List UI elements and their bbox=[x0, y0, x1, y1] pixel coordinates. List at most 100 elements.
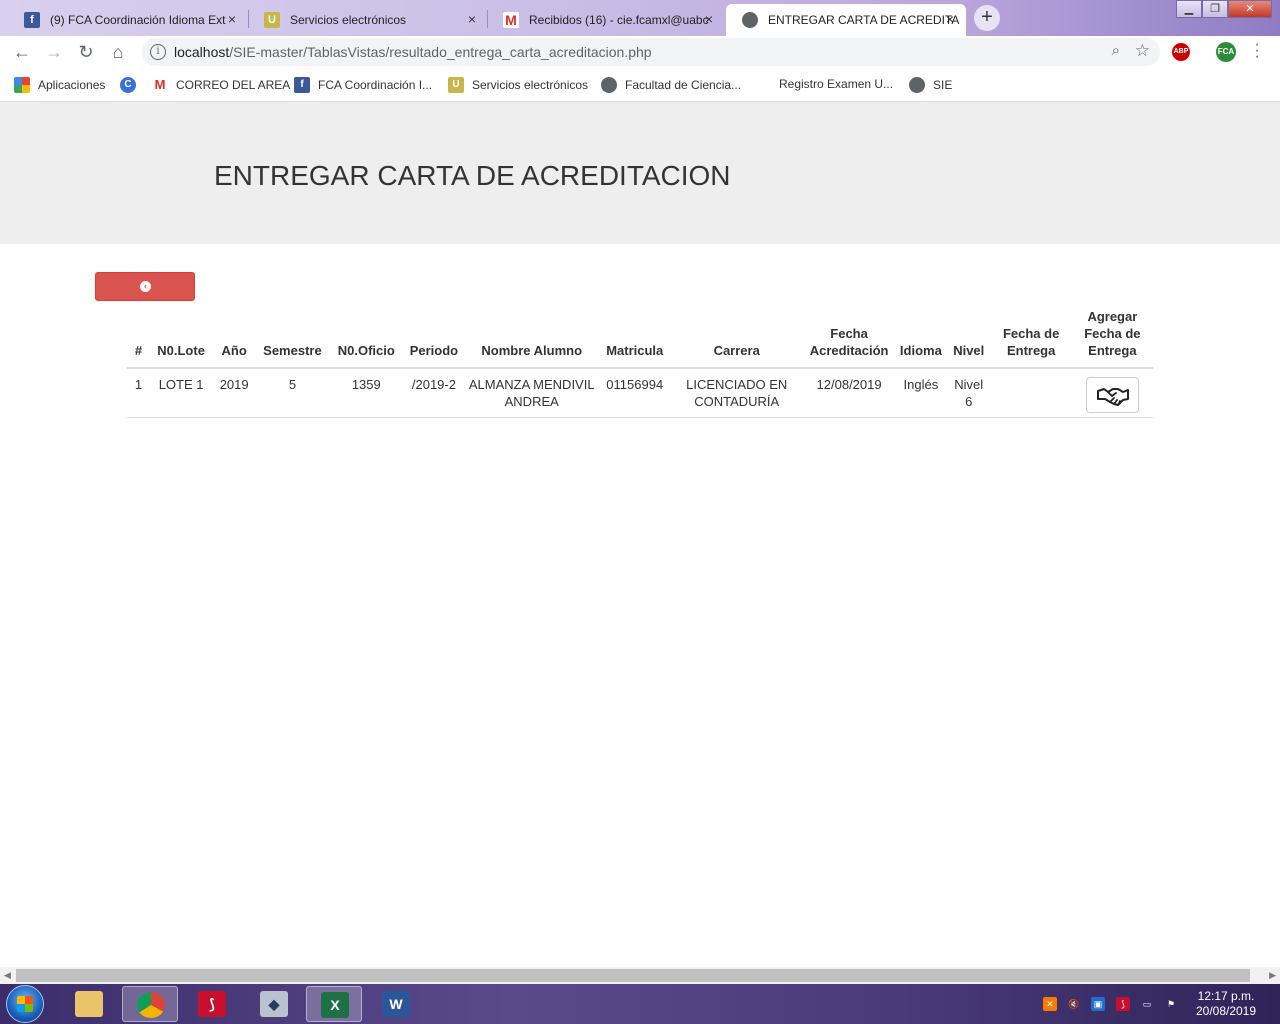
taskbar-chrome[interactable] bbox=[122, 986, 178, 1022]
system-clock[interactable]: 12:17 p.m. 20/08/2019 bbox=[1190, 989, 1262, 1019]
start-button[interactable] bbox=[6, 985, 44, 1023]
close-icon[interactable]: × bbox=[464, 11, 480, 27]
search-icon[interactable]: ⌕ bbox=[1112, 42, 1120, 59]
uabc-shield-icon: U bbox=[448, 77, 464, 93]
cell-fecha-entrega bbox=[990, 368, 1072, 418]
facebook-icon: f bbox=[294, 77, 310, 93]
col-header: N0.Oficio bbox=[328, 306, 404, 369]
taskbar-file-explorer[interactable] bbox=[61, 986, 117, 1022]
taskbar: ⟆ ◆ X W ✕ 🔇 ▣ ⟆ ▭ ⚑ 12:17 p.m. 20/08/201… bbox=[0, 984, 1280, 1024]
menu-dots-icon[interactable]: · · · bbox=[1252, 37, 1262, 65]
bookmark-correo[interactable]: M CORREO DEL AREA bbox=[152, 77, 290, 93]
bookmark-label: Servicios electrónicos bbox=[472, 78, 589, 92]
page-header: ENTREGAR CARTA DE ACREDITACION bbox=[0, 102, 1280, 244]
cell-nivel: Nivel 6 bbox=[946, 368, 991, 418]
col-header: Nombre Alumno bbox=[464, 306, 600, 369]
back-button[interactable]: ‹ bbox=[95, 272, 195, 301]
handshake-icon bbox=[1096, 388, 1129, 406]
cell-semestre: 5 bbox=[256, 368, 329, 418]
window-close-button[interactable]: ✕ bbox=[1228, 0, 1272, 18]
col-header: Periodo bbox=[403, 306, 465, 369]
apps-grid-icon bbox=[14, 77, 30, 93]
xampp-icon[interactable]: ✕ bbox=[1043, 997, 1057, 1011]
tab-facebook[interactable]: f (9) FCA Coordinación Idioma Ext × bbox=[8, 4, 248, 36]
taskbar-certificate-tool[interactable]: ◆ bbox=[246, 986, 302, 1022]
scroll-right-icon[interactable]: ▶ bbox=[1269, 970, 1276, 981]
info-icon[interactable]: i bbox=[150, 44, 166, 60]
browser-titlebar: f (9) FCA Coordinación Idioma Ext × U Se… bbox=[0, 0, 1280, 36]
bookmark-label: CORREO DEL AREA bbox=[176, 78, 291, 92]
col-header: Agregar Fecha de Entrega bbox=[1071, 306, 1153, 369]
close-icon[interactable]: × bbox=[701, 11, 717, 27]
windows-logo-icon bbox=[17, 996, 33, 1012]
tab-servicios[interactable]: U Servicios electrónicos × bbox=[248, 4, 488, 36]
bookmark-registro[interactable]: Registro Examen U... bbox=[779, 77, 893, 91]
bookmarks-bar: Aplicaciones C M CORREO DEL AREA f FCA C… bbox=[0, 68, 1280, 102]
home-icon[interactable]: ⌂ bbox=[106, 40, 130, 64]
bookmark-star-icon[interactable]: ☆ bbox=[1135, 41, 1150, 61]
acrobat-tray-icon[interactable]: ⟆ bbox=[1116, 997, 1130, 1011]
browser-toolbar: ← → ↻ ⌂ i localhost/SIE-master/TablasVis… bbox=[0, 36, 1280, 68]
maximize-button[interactable]: ❐ bbox=[1202, 0, 1228, 18]
col-header: Idioma bbox=[894, 306, 947, 369]
close-icon[interactable]: × bbox=[942, 11, 958, 27]
taskbar-acrobat[interactable]: ⟆ bbox=[184, 986, 240, 1022]
bookmark-servicios[interactable]: U Servicios electrónicos bbox=[448, 77, 588, 93]
cengage-icon: C bbox=[120, 77, 136, 93]
tab-title: Servicios electrónicos bbox=[290, 13, 407, 27]
taskbar-excel[interactable]: X bbox=[306, 986, 362, 1022]
results-table: # N0.Lote Año Semestre N0.Oficio Periodo… bbox=[127, 306, 1153, 418]
cell-num: 1 bbox=[127, 368, 150, 418]
bookmark-label: Registro Examen U... bbox=[779, 77, 894, 91]
add-delivery-date-button[interactable] bbox=[1085, 377, 1139, 413]
volume-muted-icon[interactable]: 🔇 bbox=[1067, 997, 1081, 1011]
tab-title: Recibidos (16) - cie.fcamxl@uabc bbox=[529, 13, 709, 27]
cell-carrera: LICENCIADO EN CONTADURÍA bbox=[670, 368, 804, 418]
bookmark-sie[interactable]: SIE bbox=[909, 77, 952, 93]
uabc-shield-icon: U bbox=[264, 12, 280, 28]
table-row: 1 LOTE 1 2019 5 1359 /2019-2 ALMANZA MEN… bbox=[127, 368, 1153, 418]
horizontal-scrollbar[interactable]: ◀ ▶ bbox=[0, 967, 1280, 984]
bookmark-aplicaciones[interactable]: Aplicaciones bbox=[14, 77, 105, 93]
network-monitor-icon[interactable]: ▣ bbox=[1091, 997, 1105, 1011]
arrow-circle-left-icon: ‹ bbox=[140, 281, 151, 292]
col-header: # bbox=[127, 306, 150, 369]
scroll-left-icon[interactable]: ◀ bbox=[4, 970, 11, 981]
cell-fecha-acreditacion: 12/08/2019 bbox=[803, 368, 895, 418]
bookmark-facultad[interactable]: Facultad de Ciencia... bbox=[601, 77, 741, 93]
forward-arrow-icon[interactable]: → bbox=[42, 40, 66, 64]
adblock-plus-icon[interactable]: ABP bbox=[1172, 43, 1190, 61]
col-header: Nivel bbox=[946, 306, 991, 369]
taskbar-word[interactable]: W bbox=[368, 986, 424, 1022]
table-header-row: # N0.Lote Año Semestre N0.Oficio Periodo… bbox=[127, 306, 1153, 369]
tab-gmail[interactable]: M Recibidos (16) - cie.fcamxl@uabc × bbox=[487, 4, 725, 36]
file-explorer-icon bbox=[75, 991, 103, 1017]
reload-icon[interactable]: ↻ bbox=[74, 40, 98, 64]
new-tab-button[interactable]: + bbox=[974, 5, 1000, 31]
close-icon[interactable]: × bbox=[224, 11, 240, 27]
tab-entregar-carta[interactable]: ENTREGAR CARTA DE ACREDITA × bbox=[726, 4, 966, 36]
scrollbar-thumb[interactable] bbox=[16, 969, 1250, 982]
cell-action bbox=[1071, 368, 1153, 418]
address-bar[interactable]: i localhost/SIE-master/TablasVistas/resu… bbox=[142, 38, 1160, 66]
chrome-icon bbox=[137, 992, 165, 1018]
action-center-flag-icon[interactable]: ⚑ bbox=[1164, 997, 1178, 1011]
cell-nombre: ALMANZA MENDIVIL ANDREA bbox=[464, 368, 600, 418]
col-header: Matricula bbox=[599, 306, 671, 369]
bookmark-label: SIE bbox=[933, 78, 953, 92]
clock-date: 20/08/2019 bbox=[1195, 1004, 1257, 1018]
col-header: Fecha Acreditación bbox=[803, 306, 895, 369]
bookmark-fca-coordinacion[interactable]: f FCA Coordinación I... bbox=[294, 77, 432, 93]
gmail-icon: M bbox=[503, 12, 519, 28]
cell-anio: 2019 bbox=[212, 368, 257, 418]
word-icon: W bbox=[382, 991, 410, 1017]
back-arrow-icon[interactable]: ← bbox=[10, 40, 34, 64]
network-icon[interactable]: ▭ bbox=[1140, 997, 1154, 1011]
cell-lote: LOTE 1 bbox=[149, 368, 213, 418]
fca-extension-icon[interactable]: FCA bbox=[1216, 42, 1236, 62]
col-header: N0.Lote bbox=[149, 306, 213, 369]
bookmark-cengage[interactable]: C bbox=[120, 77, 144, 93]
globe-icon bbox=[601, 77, 617, 93]
minimize-button[interactable]: ▁ bbox=[1176, 0, 1202, 18]
globe-icon bbox=[909, 77, 925, 93]
